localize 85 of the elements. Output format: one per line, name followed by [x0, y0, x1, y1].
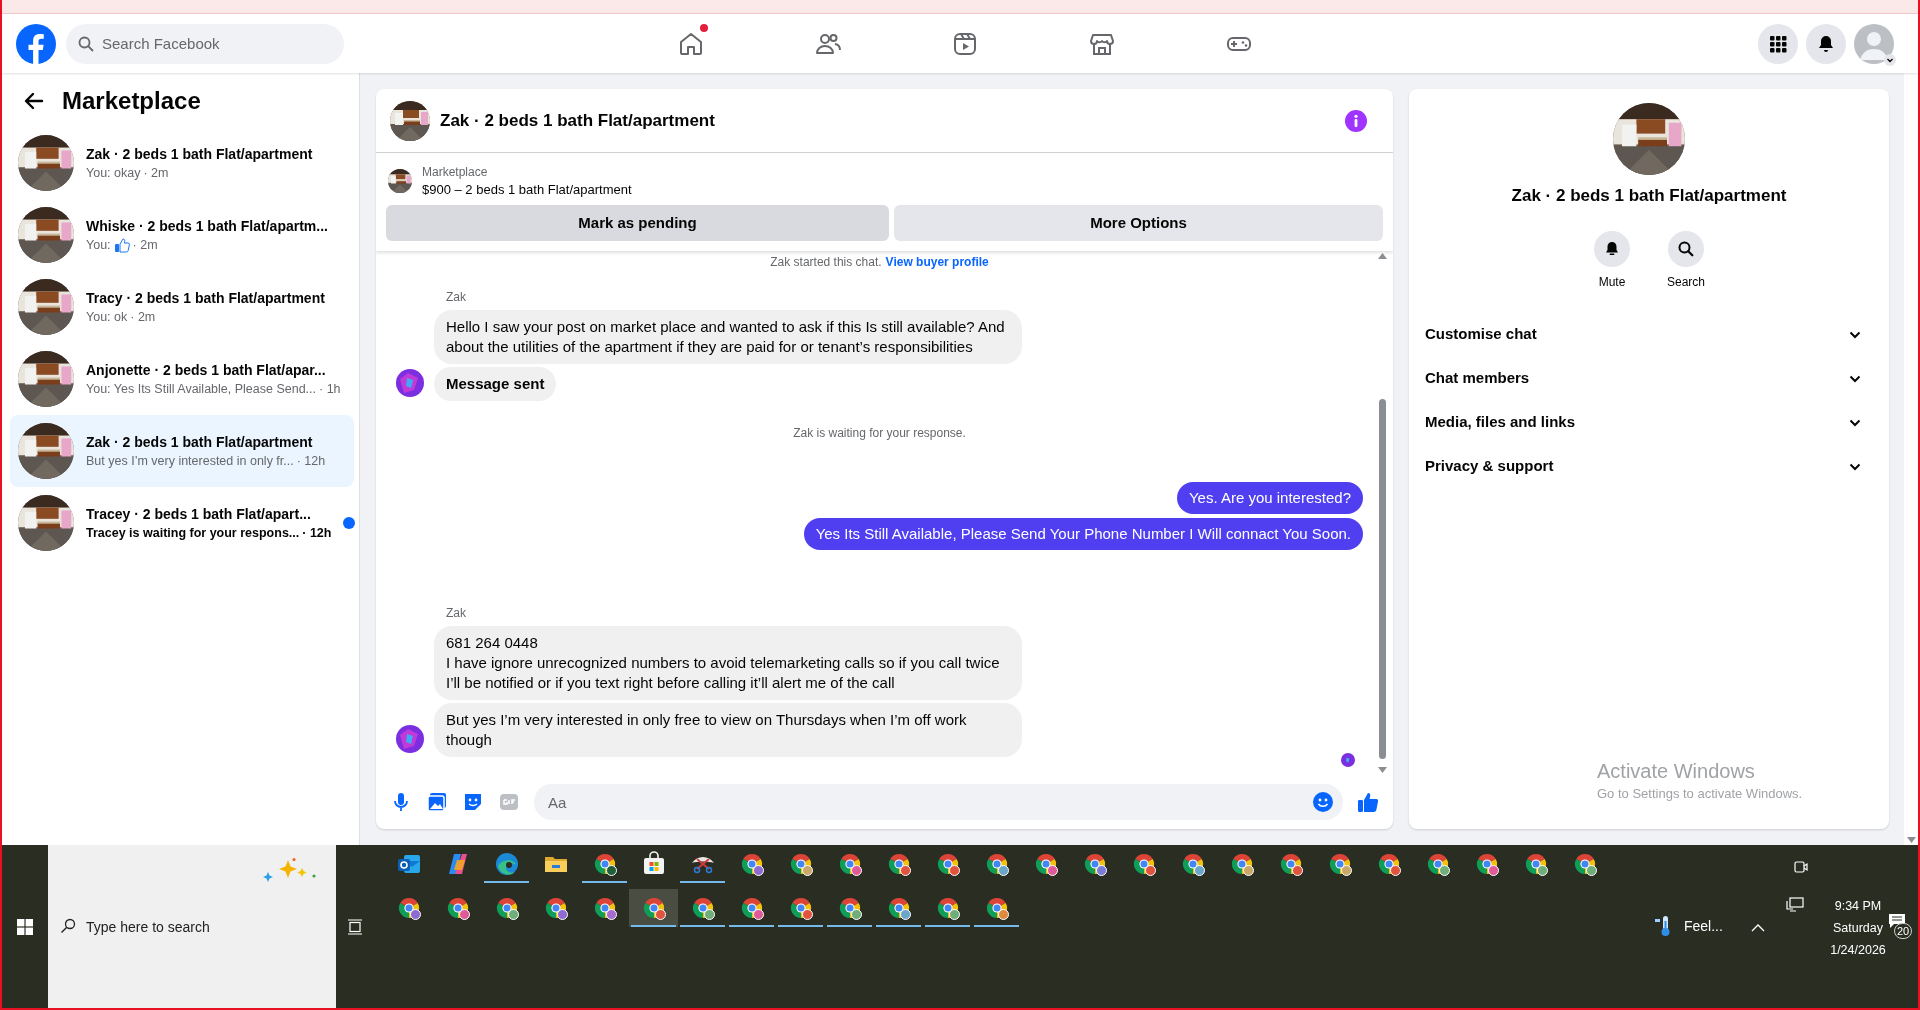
- search-icon: [78, 35, 94, 52]
- message-time: · 12h: [296, 453, 326, 470]
- message-preview: You: ok: [86, 309, 128, 326]
- action-button[interactable]: More Options: [894, 205, 1383, 241]
- conversation-item[interactable]: Zak · 2 beds 1 bath Flat/apartment You: okay · 2m: [10, 127, 354, 199]
- facebook-logo-icon[interactable]: [16, 23, 56, 64]
- conversation-title: Anjonette · 2 beds 1 bath Flat/apar...: [86, 361, 326, 380]
- chat-title: Zak · 2 beds 1 bath Flat/apartment: [440, 109, 715, 132]
- bell-icon: [1816, 33, 1836, 54]
- scroll-up-icon[interactable]: [1377, 253, 1387, 259]
- message-time: · 2m: [143, 165, 169, 182]
- accordion-item[interactable]: Media, files and links: [1417, 400, 1881, 445]
- message-time: · 1h: [319, 381, 341, 398]
- sender-name: Zak: [445, 289, 467, 306]
- message-bubble: Hello I saw your post on market place and wanted to ask if this Is still available? And about the utilities of the apartment if they are paid for or tenant’s responsibilities: [434, 310, 1022, 364]
- info-icon[interactable]: [1345, 109, 1367, 132]
- chevron-down-icon: [1849, 374, 1861, 383]
- network-icon[interactable]: [1786, 897, 1804, 913]
- chevron-down-icon: [1849, 462, 1861, 471]
- message-bubble: 681 264 0448 I have ignore unrecognized numbers to avoid telemarketing calls so if you call twice I’ll be notified or if you text right before calling it’ll alert me of the call: [434, 626, 1022, 700]
- camera-icon[interactable]: [1794, 859, 1808, 875]
- search-icon: [60, 918, 76, 934]
- conversation-title: Zak · 2 beds 1 bath Flat/apartment: [86, 433, 313, 452]
- weather-button[interactable]: Feel...: [1654, 915, 1723, 937]
- accordion-item[interactable]: Chat members: [1417, 356, 1881, 401]
- activation-title: Activate Windows: [1597, 758, 1756, 784]
- scroll-down-icon[interactable]: [1906, 837, 1916, 843]
- message-preview: You: okay: [86, 165, 141, 182]
- chat-intro: Zak started this chat.: [770, 254, 882, 270]
- scrollbar-thumb[interactable]: [1378, 399, 1386, 759]
- message-bubble: Yes. Are you interested?: [1176, 482, 1363, 514]
- view-profile-link[interactable]: View buyer profile: [885, 254, 989, 270]
- activation-text: Go to Settings to activate Windows.: [1597, 784, 1803, 803]
- browser-icon[interactable]: [629, 889, 678, 927]
- chat-action-button[interactable]: Mute: [1586, 230, 1638, 291]
- conversation-title: Tracey · 2 beds 1 bath Flat/apart...: [86, 505, 311, 524]
- conversation-title: Zak · 2 beds 1 bath Flat/apartment: [1511, 185, 1787, 207]
- conversation-title: Whiske · 2 beds 1 bath Flat/apartm...: [86, 217, 328, 236]
- notifications-button[interactable]: 20: [1886, 911, 1914, 941]
- conversation-item[interactable]: Tracey · 2 beds 1 bath Flat/apart... Tracey is waiting for your respons... · 12h: [10, 487, 354, 559]
- listing-summary: $900 – 2 beds 1 bath Flat/apartment: [422, 181, 632, 199]
- search-field[interactable]: Search Facebook: [66, 23, 344, 64]
- message-preview: But yes I’m very interested in only fr...: [86, 453, 294, 470]
- message-bubble: But yes I’m very interested in only free to view on Thursdays when I’m off work though: [434, 703, 1022, 757]
- message-bubble: Yes Its Still Available, Please Send Your Phone Number I Will connact You Soon.: [803, 518, 1363, 550]
- message-field[interactable]: Aa: [534, 784, 1343, 820]
- page-title: Marketplace: [62, 86, 201, 116]
- notifications-button[interactable]: [1806, 23, 1846, 64]
- scroll-down-icon[interactable]: [1377, 767, 1387, 773]
- conversation-title: Zak · 2 beds 1 bath Flat/apartment: [86, 145, 313, 164]
- sender-name: Zak: [445, 605, 467, 622]
- conversation-item[interactable]: Anjonette · 2 beds 1 bath Flat/apar... You: Yes Its Still Available, Please Send... · 1h: [10, 343, 354, 415]
- chevron-down-icon: [1849, 330, 1861, 339]
- listing-label: Marketplace: [422, 164, 489, 181]
- chevron-down-icon: [1849, 418, 1861, 427]
- thumbs-up-icon: [113, 237, 130, 253]
- menu-button[interactable]: [1758, 23, 1798, 64]
- caret-icon: [1884, 53, 1896, 66]
- chevron-up-icon[interactable]: [1751, 924, 1765, 932]
- conversation-title: Tracy · 2 beds 1 bath Flat/apartment: [86, 289, 325, 308]
- conversation-item[interactable]: Zak · 2 beds 1 bath Flat/apartment But yes I’m very interested in only fr... · 12h: [10, 415, 354, 487]
- message-preview: You:: [86, 237, 111, 254]
- accordion-item[interactable]: Privacy & support: [1417, 444, 1881, 489]
- conversation-item[interactable]: Whiske · 2 beds 1 bath Flat/apartm... You: · 2m: [10, 199, 354, 271]
- sticker-icon[interactable]: [462, 791, 484, 813]
- grid-icon: [1768, 33, 1788, 54]
- status-notice: Zak is waiting for your response.: [793, 425, 966, 442]
- chat-action-button[interactable]: Search: [1660, 230, 1712, 291]
- accordion-item[interactable]: Customise chat: [1417, 312, 1881, 357]
- conversation-item[interactable]: Tracy · 2 beds 1 bath Flat/apartment You: ok · 2m: [10, 271, 354, 343]
- message-time: · 2m: [132, 237, 158, 254]
- photo-icon[interactable]: [426, 791, 448, 813]
- task-view-icon: [347, 918, 363, 935]
- emoji-icon[interactable]: [1313, 792, 1333, 812]
- message-time: · 12h: [302, 525, 332, 542]
- windows-logo-icon: [17, 918, 33, 935]
- message-preview: Tracey is waiting for your respons...: [86, 525, 300, 542]
- taskbar-search-field[interactable]: Type here to search: [48, 845, 336, 1008]
- message-time: · 2m: [130, 309, 156, 326]
- message-preview: You: Yes Its Still Available, Please Send...: [86, 381, 317, 398]
- thumbs-up-icon[interactable]: [1357, 791, 1379, 813]
- back-arrow-icon[interactable]: [24, 92, 44, 110]
- message-bubble: Message sent: [434, 367, 557, 401]
- seen-avatar-icon: [1341, 753, 1355, 767]
- action-button[interactable]: Mark as pending: [386, 205, 889, 241]
